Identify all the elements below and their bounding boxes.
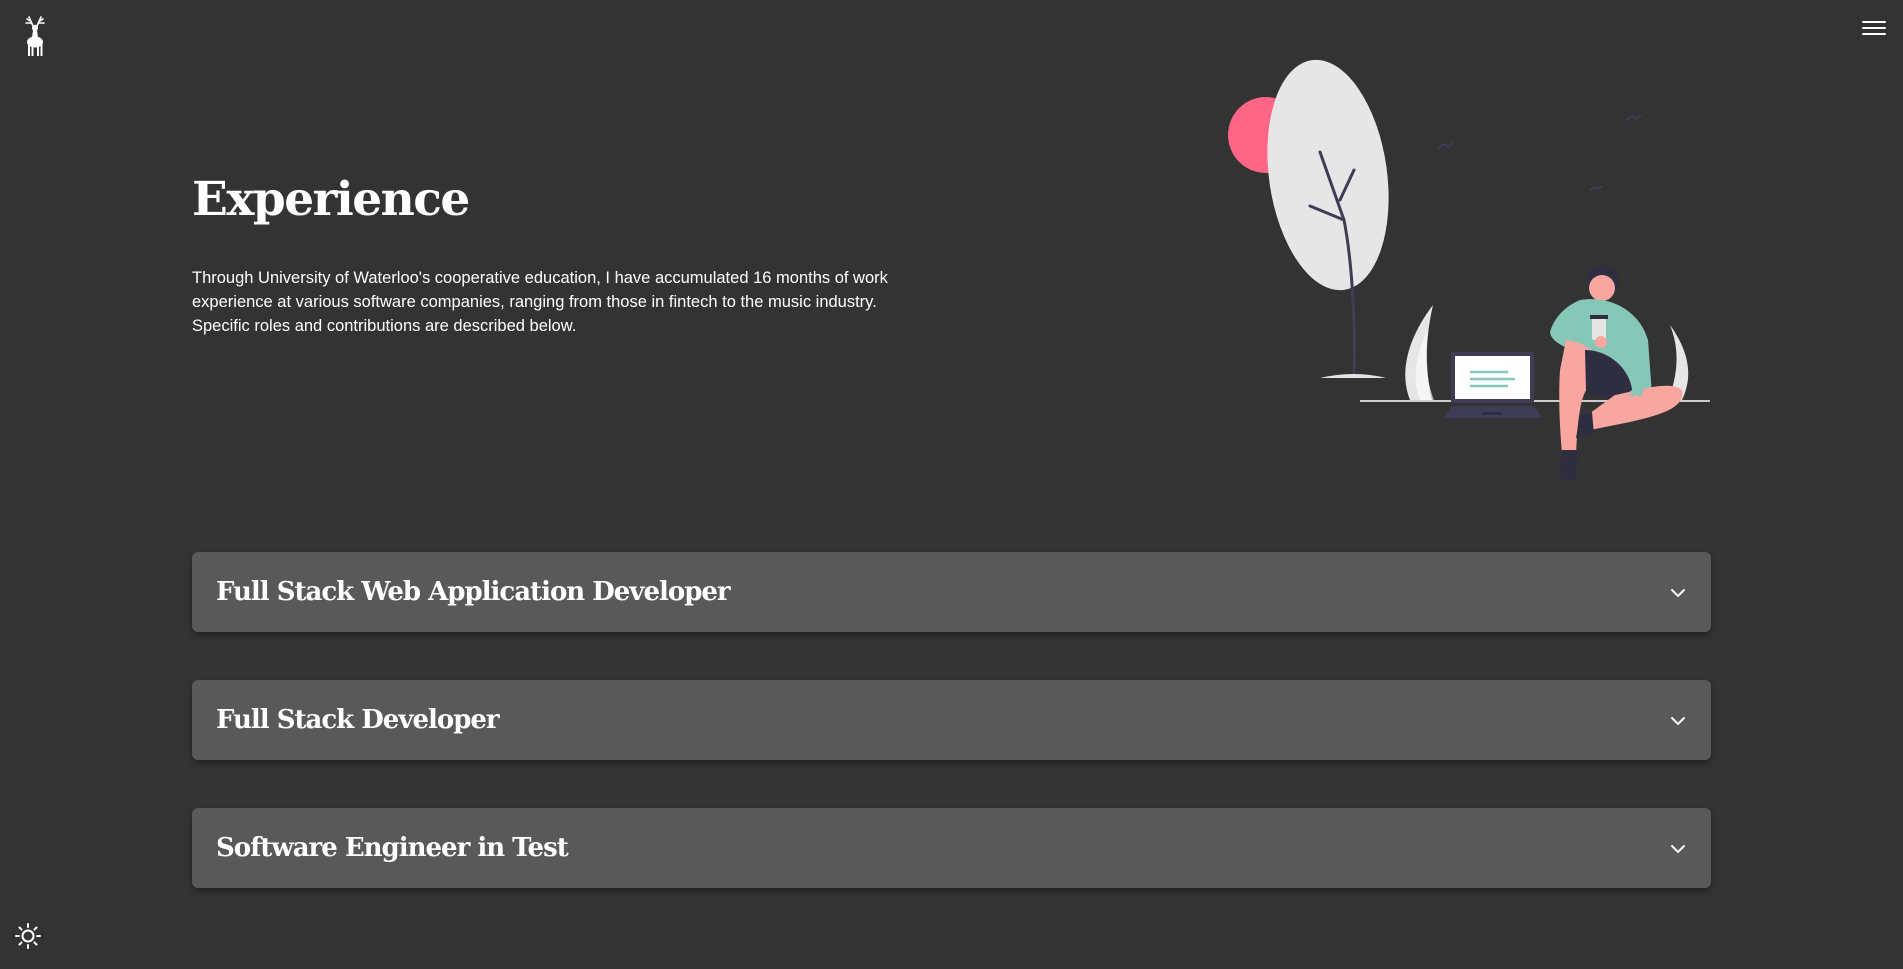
menu-line	[1862, 33, 1886, 35]
hero-illustration	[1220, 50, 1720, 480]
experience-item-software-engineer-in-test[interactable]: Software Engineer in Test	[192, 808, 1711, 888]
experience-item-title: Full Stack Developer	[216, 705, 500, 735]
experience-item-full-stack-dev[interactable]: Full Stack Developer	[192, 680, 1711, 760]
chevron-down-icon[interactable]	[1669, 714, 1687, 726]
hamburger-menu-icon[interactable]	[1862, 18, 1886, 38]
experience-item-full-stack-web-app-dev[interactable]: Full Stack Web Application Developer	[192, 552, 1711, 632]
chevron-down-icon[interactable]	[1669, 842, 1687, 854]
deer-logo-icon[interactable]	[20, 14, 50, 58]
experience-item-title: Full Stack Web Application Developer	[216, 577, 731, 607]
menu-line	[1862, 27, 1886, 29]
sun-icon[interactable]	[14, 922, 42, 950]
menu-line	[1862, 21, 1886, 23]
intro-paragraph: Through University of Waterloo's coopera…	[192, 269, 888, 335]
chevron-down-icon[interactable]	[1669, 586, 1687, 598]
page: Experience Through University of Waterlo…	[0, 0, 1903, 969]
experience-item-title: Software Engineer in Test	[216, 833, 569, 863]
page-title: Experience	[192, 172, 470, 227]
